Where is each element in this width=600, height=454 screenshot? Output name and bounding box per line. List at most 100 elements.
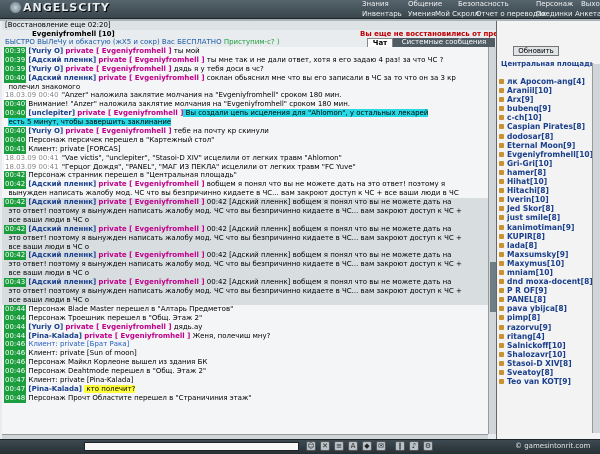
message-author[interactable]: [Yuriy O] <box>28 65 63 73</box>
menu-duels[interactable]: Поединки <box>536 10 573 18</box>
menu-profile[interactable]: Анкета <box>575 10 600 18</box>
message-time: 00:42 <box>4 171 27 181</box>
chat-scrollbar[interactable] <box>488 47 496 434</box>
online-user[interactable]: Arx[9] <box>498 95 592 104</box>
online-user[interactable]: лк Apocom-ang[4] <box>498 77 592 86</box>
menu-my-scroll[interactable]: Мой Скролл <box>435 10 479 18</box>
menu-exit[interactable]: Выход <box>581 0 600 8</box>
online-user[interactable]: hamer[8] <box>498 168 592 177</box>
globe-icon <box>10 2 21 13</box>
online-user[interactable]: P R OF[9] <box>498 286 592 295</box>
message-author[interactable]: [Pina-Kalada] <box>28 332 82 340</box>
message-author[interactable]: [Yuriy O] <box>28 127 63 135</box>
menu-communication[interactable]: Общение <box>408 0 442 8</box>
message-text: есть 5 минут, чтобы завершить заклинание <box>8 118 172 127</box>
message-author[interactable]: [Адский пленнк] <box>28 198 96 206</box>
menu-inventory[interactable]: Инвентарь <box>362 10 402 18</box>
online-user[interactable]: Maxsumsky[9] <box>498 250 592 259</box>
online-user[interactable]: bubenq[9] <box>498 104 592 113</box>
online-user[interactable]: Maxymus[10] <box>498 259 592 268</box>
online-user[interactable]: Evgeniyfromhell[10] <box>498 150 592 159</box>
online-user[interactable]: dodosar[8] <box>498 132 592 141</box>
clear-icon[interactable]: ✕ <box>320 441 330 451</box>
tab-system-messages[interactable]: Системные сообщения <box>393 38 495 47</box>
private-tag[interactable]: private [ Evgeniyfromhell ] <box>98 278 204 286</box>
smile-icon[interactable]: ☺ <box>306 441 316 451</box>
online-user[interactable]: Stasoi-D XIV[8] <box>498 359 592 368</box>
message-author[interactable]: [Адский пленнк] <box>28 225 96 233</box>
users-scrollbar[interactable] <box>592 64 600 433</box>
online-user[interactable]: just smile[8] <box>498 213 592 222</box>
online-user[interactable]: Teo van KOT[9] <box>498 377 592 386</box>
menu-character[interactable]: Персонаж <box>536 0 573 8</box>
refresh-button[interactable]: Обновить <box>513 46 559 56</box>
online-user[interactable]: PANEL[8] <box>498 295 592 304</box>
chat-message: 00:46 Клиент: private [Sun of moon] <box>2 349 488 359</box>
message-text: "Anzer" наложила заклятие молчания на "E… <box>61 91 342 100</box>
online-user[interactable]: Araniil[10] <box>498 86 592 95</box>
private-tag[interactable]: private [ Evgeniyfromhell ] <box>98 56 204 64</box>
pause-icon[interactable]: ‖ <box>395 441 405 451</box>
online-user[interactable]: Hihat[10] <box>498 177 592 186</box>
online-user[interactable]: Eternal Moon[9] <box>498 141 592 150</box>
message-text: Клиент: private [Pina-Kalada] <box>28 375 134 384</box>
private-tag[interactable]: private [ Evgeniyfromhell ] <box>98 198 204 206</box>
message-author[interactable]: [Адский пленнк] <box>28 74 96 82</box>
message-author[interactable]: [Адский пленнк] <box>28 180 96 188</box>
message-author[interactable]: [Адский пленнк] <box>28 278 96 286</box>
sound-icon[interactable]: ♪ <box>409 441 419 451</box>
online-user[interactable]: mniam[10] <box>498 268 592 277</box>
online-user[interactable]: Salnickoff[10] <box>498 341 592 350</box>
private-tag[interactable]: private [ Evgeniyfromhell ] <box>65 47 171 55</box>
menu-security[interactable]: Безопасность <box>458 0 509 8</box>
private-tag[interactable]: private [ Evgeniyfromhell ] <box>98 225 204 233</box>
online-user[interactable]: razorvu[9] <box>498 323 592 332</box>
private-tag[interactable]: private [ Evgeniyfromhell ] <box>65 323 171 331</box>
private-tag[interactable]: private [ Evgeniyfromhell ] <box>65 127 171 135</box>
chat-input[interactable] <box>84 442 299 451</box>
online-user[interactable]: Caspian Pirates[8] <box>498 122 592 131</box>
message-author[interactable]: [Pina-Kalada] <box>28 385 82 393</box>
message-author[interactable]: [Yuriy O] <box>28 47 63 55</box>
menu-skills[interactable]: Умения <box>408 10 435 18</box>
online-user[interactable]: Shalozavr[10] <box>498 350 592 359</box>
online-user[interactable]: Iverin[10] <box>498 195 592 204</box>
private-tag[interactable]: private [ Evgeniyfromhell ] <box>84 332 190 340</box>
menu-knowledge[interactable]: Знания <box>362 0 389 8</box>
private-icon[interactable]: ✉ <box>376 441 386 451</box>
private-tag[interactable]: private [ Evgeniyfromhell ] <box>98 180 204 188</box>
online-user[interactable]: c-ch[10] <box>498 113 592 122</box>
message-text: полечил знакомого <box>8 82 81 91</box>
settings-icon[interactable]: ⚙ <box>423 441 433 451</box>
online-user[interactable]: pimp[8] <box>498 313 592 322</box>
online-user[interactable]: kanimotiman[9] <box>498 223 592 232</box>
private-tag[interactable]: private [ Evgeniyfromhell ] <box>65 65 171 73</box>
online-user[interactable]: Jed Skor[8] <box>498 204 592 213</box>
private-tag[interactable]: private [ Evgeniyfromhell ] <box>77 109 183 117</box>
message-time: 00:47 <box>4 384 27 394</box>
message-author[interactable]: [unclepiter] <box>28 109 75 117</box>
online-user[interactable]: Sveatoy[8] <box>498 368 592 377</box>
color-icon[interactable]: ◆ <box>362 441 372 451</box>
message-time: 00:39 <box>4 64 27 74</box>
message-text: все ваши люди в ЧС о <box>8 242 90 251</box>
chat-message: 00:39 [Yuriy O] private [ Evgeniyfromhel… <box>2 64 488 74</box>
message-author[interactable]: [Yuriy O] <box>28 323 63 331</box>
online-user[interactable]: pava ybijca[8] <box>498 304 592 313</box>
online-user[interactable]: Gri-Gri[10] <box>498 159 592 168</box>
message-author[interactable]: [Адский пленнк] <box>28 56 96 64</box>
filter-icon[interactable]: ≡ <box>334 441 344 451</box>
ad-action[interactable]: Приступим-с? ) <box>224 38 280 46</box>
private-tag[interactable]: private [ Evgeniyfromhell ] <box>98 74 204 82</box>
online-user[interactable]: lada[8] <box>498 241 592 250</box>
online-user[interactable]: KUPIR[8] <box>498 232 592 241</box>
online-user[interactable]: dnd moxa-docent[8] <box>498 277 592 286</box>
online-user[interactable]: Hitachi[8] <box>498 186 592 195</box>
tab-chat[interactable]: Чат <box>367 38 393 47</box>
online-user[interactable]: ritang[4] <box>498 332 592 341</box>
message-author[interactable]: [Адский пленнк] <box>28 251 96 259</box>
message-text: Персонаж Deahtmode перешел в "Общ. Этаж … <box>28 367 207 376</box>
chat-message: 00:44 Персонаж Blade Master перешел в "А… <box>2 304 488 314</box>
private-tag[interactable]: private [ Evgeniyfromhell ] <box>98 251 204 259</box>
translit-icon[interactable]: A <box>348 441 358 451</box>
